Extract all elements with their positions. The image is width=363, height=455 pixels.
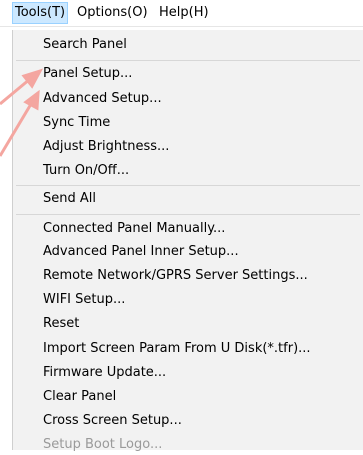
menu-item-import-screen-param[interactable]: Import Screen Param From U Disk(*.tfr)..… <box>43 339 311 359</box>
menu-item-send-all[interactable]: Send All <box>43 189 96 209</box>
menu-item-turn-on-off[interactable]: Turn On/Off... <box>43 161 129 181</box>
menu-item-search-panel[interactable]: Search Panel <box>43 35 127 55</box>
menu-item-advanced-panel-inner-setup[interactable]: Advanced Panel Inner Setup... <box>43 242 239 262</box>
menu-separator <box>16 185 360 186</box>
menu-help[interactable]: Help(H) <box>157 3 211 23</box>
menu-item-wifi-setup[interactable]: WIFI Setup... <box>43 290 125 310</box>
menu-separator <box>16 214 360 215</box>
menu-tools[interactable]: Tools(T) <box>12 2 69 24</box>
menu-item-setup-boot-logo: Setup Boot Logo... <box>43 437 163 452</box>
menu-options[interactable]: Options(O) <box>75 3 150 23</box>
menu-item-connected-panel-manually[interactable]: Connected Panel Manually... <box>43 219 225 239</box>
tools-dropdown-menu: Search Panel Panel Setup... Advanced Set… <box>12 30 363 452</box>
menu-item-panel-setup[interactable]: Panel Setup... <box>43 64 132 84</box>
menu-item-cross-screen-setup[interactable]: Cross Screen Setup... <box>43 411 182 431</box>
menu-bar: Tools(T) Options(O) Help(H) <box>0 0 363 27</box>
menu-item-clear-panel[interactable]: Clear Panel <box>43 387 116 407</box>
menu-item-adjust-brightness[interactable]: Adjust Brightness... <box>43 137 169 157</box>
menu-item-advanced-setup[interactable]: Advanced Setup... <box>43 89 162 109</box>
menu-item-firmware-update[interactable]: Firmware Update... <box>43 363 166 383</box>
menu-separator <box>16 60 360 61</box>
menu-item-sync-time[interactable]: Sync Time <box>43 113 110 133</box>
menu-item-reset[interactable]: Reset <box>43 314 79 334</box>
menu-item-remote-network-settings[interactable]: Remote Network/GPRS Server Settings... <box>43 266 308 286</box>
